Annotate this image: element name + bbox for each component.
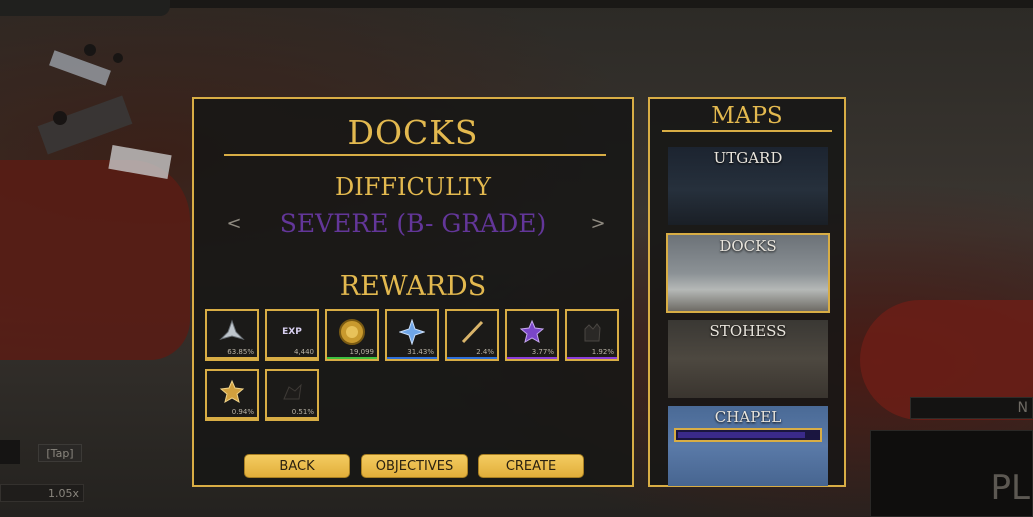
mission-panel: DOCKS DIFFICULTY SEVERE (B- GRADE) < > R… — [192, 97, 634, 487]
rarity-bar — [567, 357, 617, 359]
title-divider — [224, 154, 606, 156]
rewards-label: REWARDS — [339, 271, 487, 302]
rarity-bar — [507, 357, 557, 359]
gold-emblem-icon — [207, 375, 257, 409]
maps-divider — [662, 130, 832, 132]
maps-title: MAPS — [711, 103, 783, 129]
background-titan — [0, 160, 190, 360]
dark-shard-icon — [267, 375, 317, 409]
exp-label: EXP — [282, 327, 302, 337]
reward-slot[interactable]: 0.51% — [265, 369, 319, 421]
objectives-button[interactable]: OBJECTIVES — [361, 454, 468, 478]
rarity-bar — [207, 357, 257, 359]
reward-slot[interactable]: 1.92% — [565, 309, 619, 361]
purple-emblem-icon — [507, 315, 557, 349]
exp-icon: EXP — [267, 315, 317, 349]
dark-glove-icon — [567, 315, 617, 349]
map-card-chapel[interactable]: CHAPEL — [668, 406, 828, 486]
difficulty-next-arrow[interactable]: > — [586, 213, 610, 237]
blue-crystal-icon — [387, 315, 437, 349]
tap-hint[interactable]: [Tap] — [38, 444, 82, 462]
reward-chance: 0.94% — [231, 408, 254, 416]
difficulty-selector: SEVERE (B- GRADE) < > — [194, 209, 632, 243]
map-name: CHAPEL — [714, 408, 782, 426]
reward-slot[interactable]: 0.94% — [205, 369, 259, 421]
reward-slot[interactable]: 2.4% — [445, 309, 499, 361]
back-button[interactable]: BACK — [244, 454, 350, 478]
reward-chance: 19,099 — [349, 348, 375, 356]
rarity-bar — [207, 417, 257, 419]
map-card-stohess[interactable]: STOHESS — [668, 320, 828, 398]
gold-coin-icon — [327, 315, 377, 349]
reward-slot[interactable]: 63.85% — [205, 309, 259, 361]
speed-readout: 1.05x — [0, 484, 84, 502]
reward-chance: 0.51% — [291, 408, 314, 416]
map-name: DOCKS — [719, 237, 777, 255]
reward-chance: 2.4% — [476, 348, 494, 356]
blade-icon — [447, 315, 497, 349]
reward-chance: 3.77% — [531, 348, 554, 356]
difficulty-label: DIFFICULTY — [335, 173, 491, 201]
map-title: DOCKS — [347, 113, 479, 152]
reward-slot[interactable]: 19,099 — [325, 309, 379, 361]
chapel-progress-fill — [678, 432, 805, 438]
map-name: UTGARD — [713, 149, 783, 167]
map-card-utgard[interactable]: UTGARD — [668, 147, 828, 225]
play-button[interactable]: PL — [870, 430, 1033, 517]
rarity-bar — [267, 357, 317, 359]
chapel-progress-bar — [674, 428, 822, 442]
reward-chance: 1.92% — [591, 348, 614, 356]
rarity-bar — [447, 357, 497, 359]
reward-slot[interactable]: 3.77% — [505, 309, 559, 361]
difficulty-prev-arrow[interactable]: < — [222, 213, 246, 237]
top-left-tab — [0, 0, 170, 16]
reward-slot[interactable]: EXP 4,440 — [265, 309, 319, 361]
reward-chance: 31.43% — [407, 348, 434, 356]
difficulty-value: SEVERE (B- GRADE) — [279, 209, 547, 238]
silver-crest-icon — [207, 315, 257, 349]
rarity-bar — [387, 357, 437, 359]
rarity-bar — [267, 417, 317, 419]
rarity-bar — [327, 357, 377, 359]
left-hotbar-slot — [0, 440, 20, 464]
create-button[interactable]: CREATE — [478, 454, 584, 478]
name-plate: N — [910, 397, 1033, 419]
map-name: STOHESS — [709, 322, 787, 340]
maps-panel: MAPS UTGARD DOCKS STOHESS CHAPEL — [648, 97, 846, 487]
reward-chance: 4,440 — [293, 348, 314, 356]
background-machine — [37, 44, 172, 180]
map-card-docks[interactable]: DOCKS — [666, 233, 830, 313]
reward-slot[interactable]: 31.43% — [385, 309, 439, 361]
reward-chance: 63.85% — [227, 348, 254, 356]
